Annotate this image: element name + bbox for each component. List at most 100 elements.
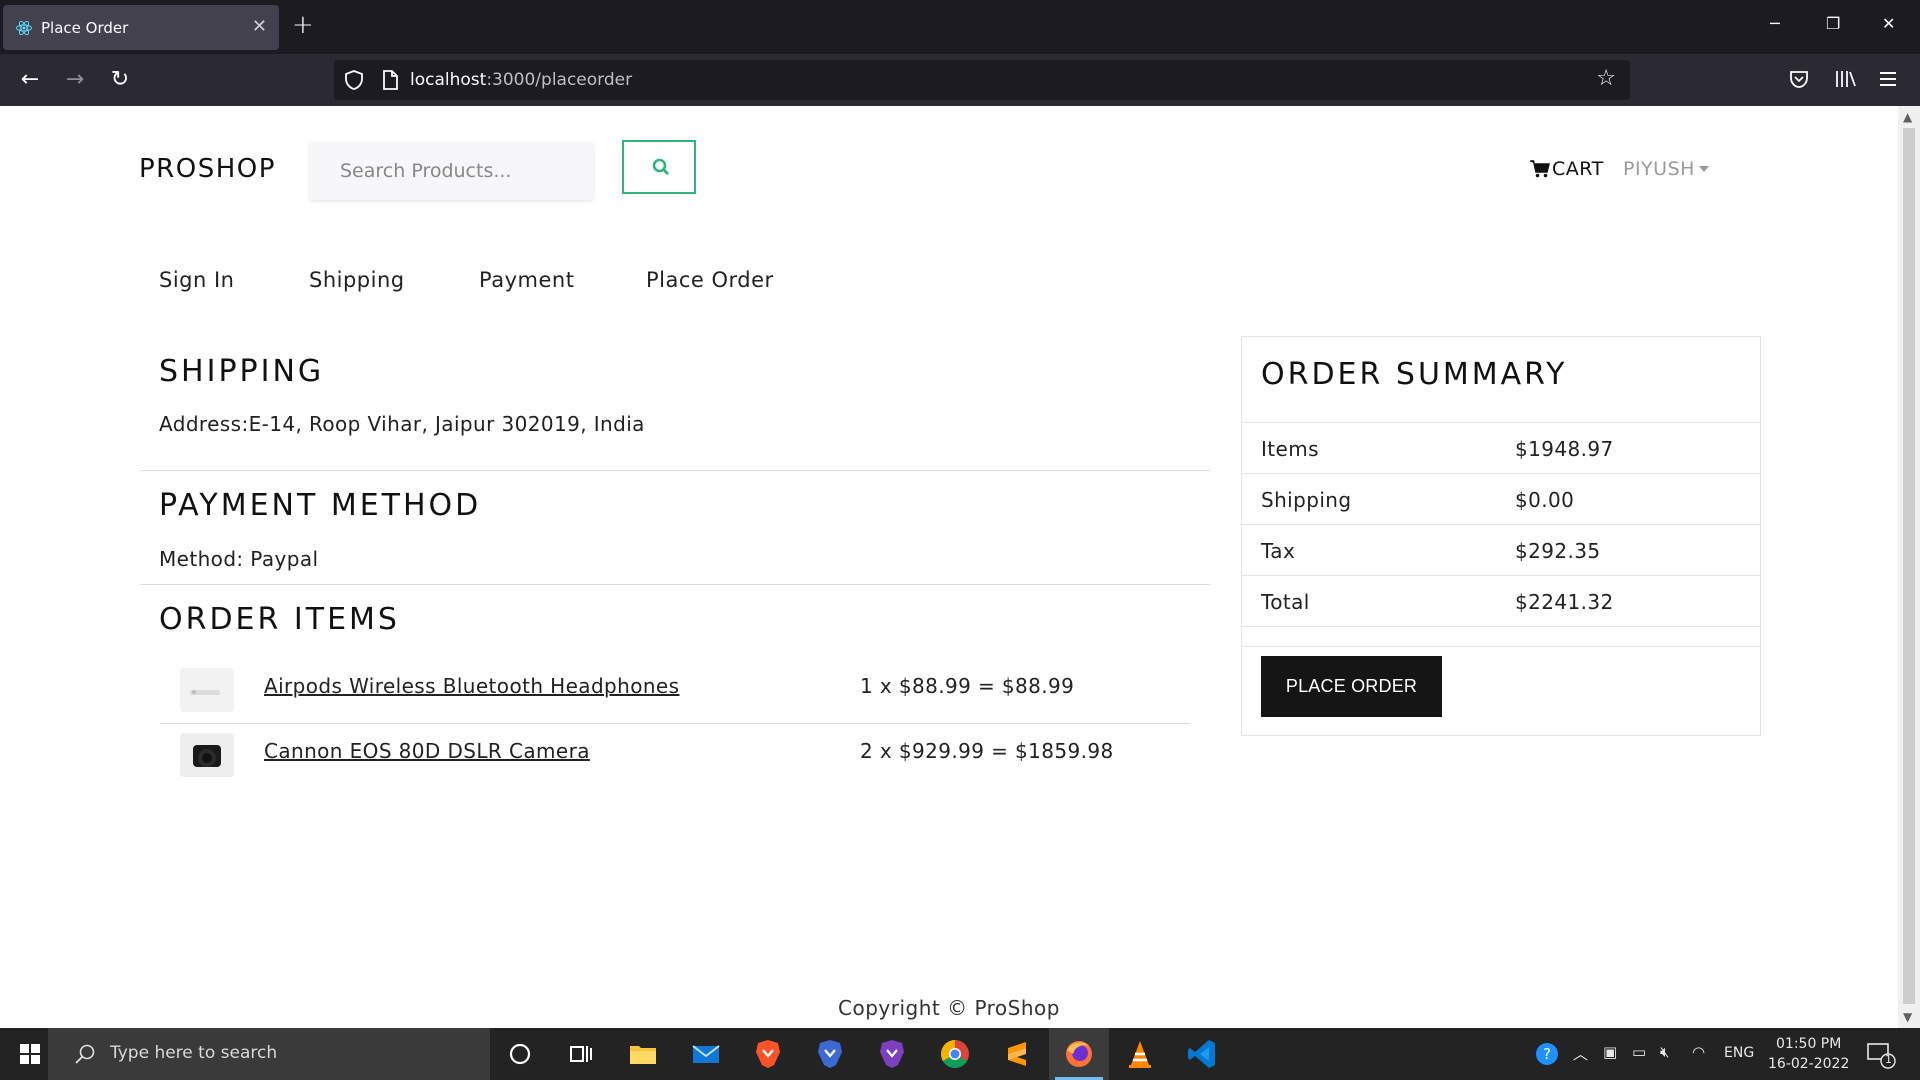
summary-label: Total [1261,590,1310,614]
cart-label: CART [1552,158,1604,180]
back-icon[interactable]: ← [18,68,42,92]
shipping-address: Address:E-14, Roop Vihar, Jaipur 302019,… [159,412,645,436]
summary-value: $2241.32 [1515,590,1614,614]
footer-copyright: Copyright © ProShop [838,996,1060,1020]
chrome-icon[interactable] [937,1036,973,1072]
divider [140,584,1210,585]
scroll-up-icon[interactable]: ▲ [1903,110,1912,124]
scroll-down-icon[interactable]: ▼ [1903,1010,1912,1024]
page-scrollbar[interactable]: ▲ ▼ [1898,106,1920,1028]
clock-time: 01:50 PM [1776,1036,1842,1052]
windows-start-icon[interactable] [20,1044,40,1064]
clock-date: 16-02-2022 [1768,1056,1850,1072]
menu-icon[interactable] [1878,70,1898,88]
search-icon [75,1044,95,1064]
tab-title: Place Order [41,19,129,37]
brave-nightly-icon[interactable] [874,1036,910,1072]
brave-icon[interactable] [750,1036,786,1072]
camera-thumbnail [180,733,234,777]
vlc-icon[interactable] [1122,1036,1158,1072]
new-tab-icon[interactable]: + [292,10,314,40]
shield-icon[interactable] [342,68,366,92]
search-input[interactable] [310,142,593,200]
file-explorer-icon[interactable] [625,1036,661,1072]
browser-tab[interactable]: Place Order ✕ [3,5,279,50]
summary-row-shipping: Shipping $0.00 [1242,473,1760,524]
firefox-taskbar-active[interactable] [1049,1028,1109,1080]
brand-logo[interactable]: PROSHOP [139,154,276,184]
airpods-thumbnail [180,668,234,712]
search-icon [652,158,670,176]
page-info-icon[interactable] [380,69,400,91]
order-items-heading: ORDER ITEMS [159,602,400,637]
taskbar-search-placeholder: Type here to search [110,1043,278,1063]
browser-navigation-bar: ← → ↻ localhost:3000/placeorder ☆ [0,54,1920,144]
summary-value: $0.00 [1515,488,1575,512]
bookmark-star-icon[interactable]: ☆ [1596,66,1616,91]
notification-count: 1 [1885,1053,1892,1066]
sublime-text-icon[interactable] [999,1036,1035,1072]
summary-label: Items [1261,437,1319,461]
chevron-down-icon [1698,166,1709,172]
step-sign-in[interactable]: Sign In [159,268,234,292]
library-icon[interactable] [1834,68,1858,90]
list-item: Airpods Wireless Bluetooth Headphones 1 … [160,662,1190,722]
address-bar[interactable]: localhost:3000/placeorder ☆ [334,60,1630,100]
windows-taskbar: Type here to search ? ︿ ▣ ▭ 🔇︎ ◠ ENG 01:… [0,1028,1920,1080]
cart-icon [1530,160,1550,178]
vscode-icon[interactable] [1184,1036,1220,1072]
order-summary-heading: ORDER SUMMARY [1261,357,1568,392]
item-name-link[interactable]: Airpods Wireless Bluetooth Headphones [264,674,679,698]
clock[interactable]: 01:50 PM 16-02-2022 [1768,1034,1849,1074]
language-indicator[interactable]: ENG [1724,1045,1754,1061]
summary-row-items: Items $1948.97 [1242,422,1760,473]
restore-icon[interactable]: ❐ [1826,14,1840,33]
divider [140,470,1210,471]
brave-beta-icon[interactable] [812,1036,848,1072]
step-payment[interactable]: Payment [479,268,574,292]
divider [160,723,1190,724]
react-favicon-icon [16,20,32,36]
meet-now-icon[interactable]: ▣ [1603,1043,1617,1061]
task-view-icon[interactable] [562,1036,598,1072]
payment-heading: PAYMENT METHOD [159,488,482,523]
cortana-icon[interactable] [502,1036,538,1072]
close-window-icon[interactable]: ✕ [1882,14,1895,33]
step-shipping[interactable]: Shipping [309,268,405,292]
forward-icon[interactable]: → [63,68,87,92]
firefox-icon [1066,1041,1092,1067]
pocket-icon[interactable] [1788,68,1810,90]
reload-icon[interactable]: ↻ [108,68,132,92]
search-button[interactable] [622,140,696,194]
list-item: Cannon EOS 80D DSLR Camera 2 x $929.99 =… [160,727,1190,787]
item-price-line: 2 x $929.99 = $1859.98 [860,739,1114,763]
close-tab-icon[interactable]: ✕ [252,16,267,37]
wifi-icon[interactable]: ◠ [1692,1043,1705,1061]
summary-label: Shipping [1261,488,1352,512]
summary-row-tax: Tax $292.35 [1242,524,1760,575]
speaker-muted-icon[interactable]: 🔇︎ [1660,1043,1669,1061]
help-icon[interactable]: ? [1534,1041,1560,1067]
item-name-link[interactable]: Cannon EOS 80D DSLR Camera [264,739,590,763]
cart-link[interactable]: CART [1530,158,1604,180]
place-order-button[interactable]: PLACE ORDER [1261,656,1442,717]
shipping-heading: SHIPPING [159,354,325,389]
scrollbar-thumb[interactable] [1903,128,1915,1004]
taskbar-search[interactable]: Type here to search [48,1028,490,1080]
mail-icon[interactable] [688,1036,724,1072]
item-price-line: 1 x $88.99 = $88.99 [860,674,1075,698]
step-place-order[interactable]: Place Order [646,268,774,292]
order-summary-card: ORDER SUMMARY Items $1948.97 Shipping $0… [1241,336,1761,736]
minimize-icon[interactable]: ─ [1770,14,1780,33]
summary-value: $1948.97 [1515,437,1614,461]
browser-tab-bar: Place Order ✕ + ─ ❐ ✕ [0,0,1920,54]
payment-method: Method: Paypal [159,547,319,571]
user-name: PIYUSH [1623,158,1695,180]
url-text: localhost:3000/placeorder [410,70,633,90]
user-dropdown[interactable]: PIYUSH [1623,158,1709,180]
summary-row-error [1242,626,1760,646]
summary-value: $292.35 [1515,539,1601,563]
battery-icon[interactable]: ▭ [1632,1043,1646,1061]
tray-chevron-up-icon[interactable]: ︿ [1573,1043,1588,1064]
divider [1242,646,1760,647]
